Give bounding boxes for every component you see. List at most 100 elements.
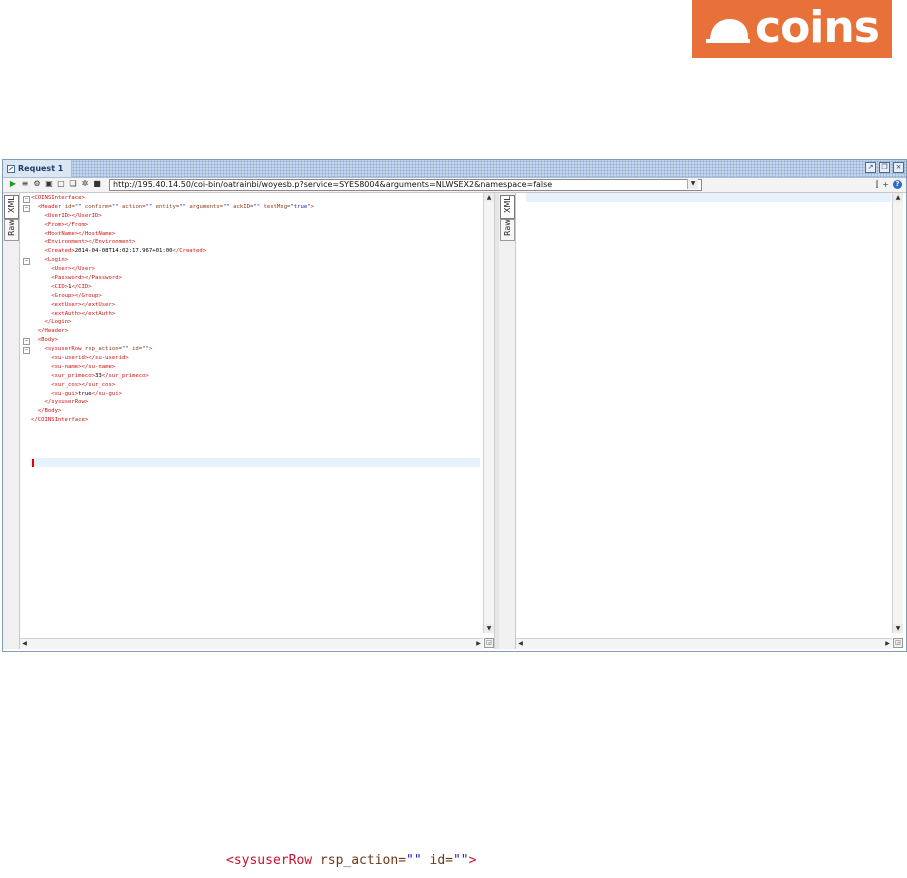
code-token: </Header> <box>37 328 69 335</box>
code-token: ackID= <box>233 203 254 210</box>
horizontal-scrollbar[interactable]: ◀ ▶ <box>516 638 892 649</box>
request-pane: XML Raw − − − − − <COINSInterface> <Header i… <box>3 193 494 649</box>
fold-toggle-icon[interactable]: − <box>23 347 30 355</box>
code-token: <Login> <box>44 257 69 264</box>
code-token: "" <box>74 203 85 210</box>
scroll-left-icon[interactable]: ◀ <box>20 639 29 649</box>
code-line: <sur_primeco>33</sur_primeco> <box>31 372 314 381</box>
code-line: <extAuth></extAuth> <box>31 310 314 319</box>
tab-xml[interactable]: XML <box>500 195 515 219</box>
scroll-right-icon[interactable]: ▶ <box>474 639 483 649</box>
code-token: > <box>148 346 153 353</box>
code-token: </HostName> <box>78 230 116 237</box>
code-token: "" <box>145 203 156 210</box>
scroll-up-icon[interactable]: ▲ <box>893 193 903 202</box>
scroll-right-icon[interactable]: ▶ <box>883 639 892 649</box>
stop-icon[interactable]: ■ <box>93 180 101 188</box>
horizontal-scrollbar[interactable]: ◀ ▶ <box>20 638 483 649</box>
vertical-scrollbar[interactable]: ▲ ▼ <box>892 193 903 633</box>
text-caret <box>32 459 34 467</box>
code-line: </Login> <box>31 318 314 327</box>
window-icon[interactable]: ▢ <box>57 180 65 188</box>
code-token: <CID> <box>51 283 69 290</box>
request-tab[interactable]: Request 1 <box>3 160 73 177</box>
code-token: </extUser> <box>81 301 116 308</box>
copy-icon[interactable]: ❏ <box>69 180 77 188</box>
code-line: <extUser></extUser> <box>31 301 314 310</box>
code-token: > <box>310 203 315 210</box>
code-line: <Group></Group> <box>31 292 314 301</box>
settings-icon[interactable]: ⚙ <box>33 180 41 188</box>
scroll-down-icon[interactable]: ▼ <box>893 624 903 633</box>
code-token: "true" <box>290 203 311 210</box>
code-token: <extAuth> <box>51 310 82 317</box>
response-pane: XML Raw ▲ ▼ ◀ ▶ ◲ <box>499 193 904 649</box>
title-bar[interactable]: Request 1 ↗ ❐ × <box>3 160 906 178</box>
code-token: <Group> <box>51 292 75 299</box>
help-icon[interactable]: ? <box>893 180 902 189</box>
code-line: <sur_cos></sur_cos> <box>31 381 314 390</box>
code-token: </COINSInterface> <box>31 417 89 424</box>
scroll-up-icon[interactable]: ▲ <box>484 193 494 202</box>
format-icon[interactable]: ≡ <box>21 180 29 188</box>
current-line-highlight <box>30 458 480 467</box>
code-token: </su-userid> <box>88 355 129 362</box>
code-line: </Header> <box>31 327 314 336</box>
code-token: <COINSInterface> <box>31 195 85 201</box>
snippet-token: id= <box>429 853 453 868</box>
code-line: <Environment></Environment> <box>31 238 314 247</box>
code-token: <extUser> <box>51 301 82 308</box>
code-token: 33 <box>95 372 102 379</box>
scroll-left-icon[interactable]: ◀ <box>516 639 525 649</box>
hard-hat-icon <box>706 19 750 43</box>
code-token: </Group> <box>74 292 102 299</box>
close-icon[interactable]: × <box>893 162 904 173</box>
fold-toggle-icon[interactable]: − <box>23 338 30 346</box>
split-icon[interactable]: ⫿ <box>876 180 879 189</box>
endpoint-url-field[interactable]: http://195.40.14.50/coi-bin/oatrainbi/wo… <box>109 179 702 191</box>
code-token: <sur_cos> <box>51 381 82 388</box>
code-token: </Body> <box>37 408 62 415</box>
fold-toggle-icon[interactable]: − <box>23 258 30 266</box>
code-token: </From> <box>64 221 89 228</box>
code-token: </su-gui> <box>91 390 122 397</box>
code-token: </Password> <box>84 275 122 282</box>
code-token: <Header <box>37 203 65 210</box>
code-token: <sur_primeco> <box>51 372 95 379</box>
code-token: "" <box>223 203 234 210</box>
code-token: entity= <box>155 203 180 210</box>
fold-toggle-icon[interactable]: − <box>23 204 30 212</box>
resize-corner-icon[interactable]: ◲ <box>893 638 903 648</box>
xml-editor[interactable]: <COINSInterface> <Header id="" confirm="… <box>31 194 314 425</box>
image-icon[interactable]: ▣ <box>45 180 53 188</box>
code-token: 2014-04-08T14:02:17.967+01:00 <box>74 248 173 255</box>
resize-corner-icon[interactable]: ◲ <box>484 638 494 648</box>
code-line: <From></From> <box>31 221 314 230</box>
tab-raw[interactable]: Raw <box>500 219 515 241</box>
chevron-down-icon[interactable]: ▼ <box>687 179 698 189</box>
tab-xml[interactable]: XML <box>4 195 19 219</box>
fold-toggle-icon[interactable]: − <box>23 196 30 203</box>
detach-icon[interactable]: ↗ <box>865 162 876 173</box>
run-icon[interactable]: ▶ <box>9 180 17 188</box>
code-line: <su-userid></su-userid> <box>31 354 314 363</box>
code-line: <Created>2014-04-08T14:02:17.967+01:00</… <box>31 247 314 256</box>
add-icon[interactable]: + <box>882 180 889 189</box>
code-line: <Login> <box>31 256 314 265</box>
gear-icon[interactable]: ✲ <box>81 180 89 188</box>
restore-icon[interactable]: ❐ <box>879 162 890 173</box>
code-token: </extAuth> <box>81 310 116 317</box>
scroll-down-icon[interactable]: ▼ <box>484 624 494 633</box>
code-token: <Password> <box>51 275 85 282</box>
code-token: arguments= <box>189 203 224 210</box>
code-token: </sur_primeco> <box>101 372 149 379</box>
code-token: <Created> <box>44 248 75 255</box>
tab-raw[interactable]: Raw <box>4 219 19 241</box>
code-token: </Created> <box>172 248 207 255</box>
vertical-scrollbar[interactable]: ▲ ▼ <box>483 193 494 633</box>
code-token: <Body> <box>37 337 58 344</box>
request-view-tabs: XML Raw <box>3 193 20 649</box>
code-token: </User> <box>71 266 96 273</box>
code-line: <HostName></HostName> <box>31 230 314 239</box>
coins-logo: coins <box>692 0 892 58</box>
